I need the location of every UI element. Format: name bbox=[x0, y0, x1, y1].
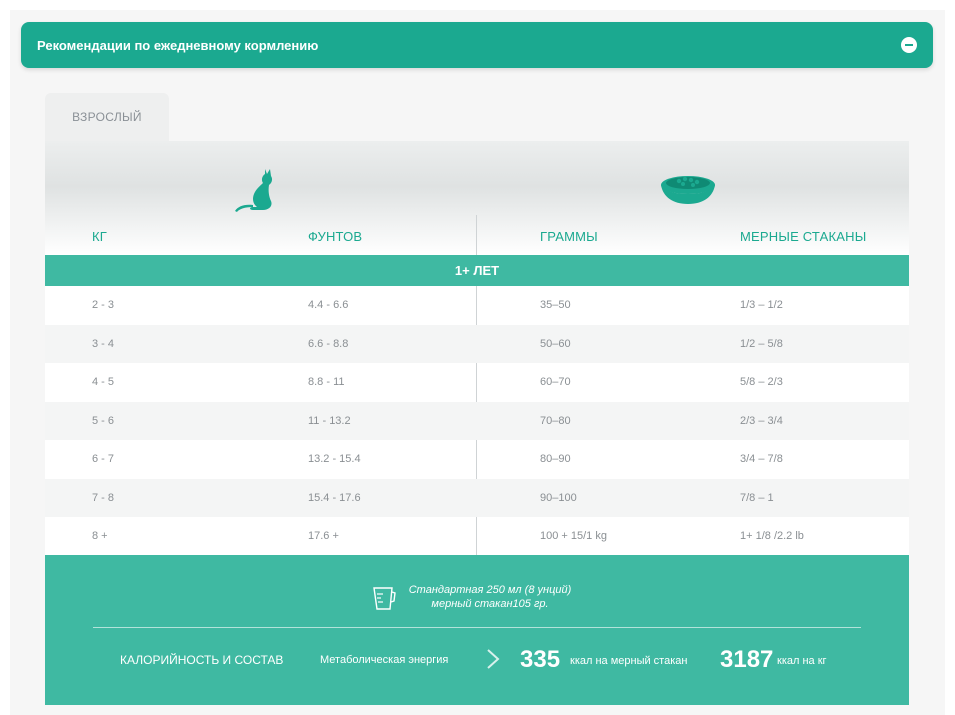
cell-cups: 5/8 – 2/3 bbox=[740, 376, 783, 389]
cell-pounds: 6.6 - 8.8 bbox=[308, 337, 349, 350]
table-body: 2 - 3 4.4 - 6.6 35–50 1/3 – 1/2 3 - 4 6.… bbox=[45, 286, 909, 556]
footer-divider bbox=[93, 627, 861, 628]
cell-grams: 80–90 bbox=[540, 453, 571, 466]
calorie-footer: Стандартная 250 мл (8 унций) мерный стак… bbox=[45, 555, 909, 705]
cell-pounds: 8.8 - 11 bbox=[308, 376, 345, 389]
table-row: 7 - 8 15.4 - 17.6 90–100 7/8 – 1 bbox=[45, 478, 909, 517]
measuring-cup-icon bbox=[373, 587, 396, 610]
column-header-cups: МЕРНЫЕ СТАКАНЫ bbox=[740, 229, 867, 244]
cell-grams: 70–80 bbox=[540, 414, 571, 427]
chevron-right-icon bbox=[487, 649, 500, 669]
cell-cups: 7/8 – 1 bbox=[740, 491, 774, 504]
column-header-kg: КГ bbox=[92, 229, 108, 244]
table-row: 5 - 6 11 - 13.2 70–80 2/3 – 3/4 bbox=[45, 401, 909, 440]
cell-cups: 1+ 1/8 /2.2 lb bbox=[740, 530, 804, 543]
cell-kg: 6 - 7 bbox=[92, 453, 115, 466]
cell-pounds: 11 - 13.2 bbox=[308, 414, 351, 427]
tab-adult[interactable]: ВЗРОСЛЫЙ bbox=[45, 93, 169, 141]
cell-grams: 50–60 bbox=[540, 337, 571, 350]
cell-cups: 3/4 – 7/8 bbox=[740, 453, 783, 466]
table-row: 2 - 3 4.4 - 6.6 35–50 1/3 – 1/2 bbox=[45, 286, 909, 325]
feeding-recommendations-header[interactable]: Рекомендации по ежедневному кормлению bbox=[21, 22, 933, 68]
cell-grams: 90–100 bbox=[540, 491, 577, 504]
cell-grams: 35–50 bbox=[540, 299, 571, 312]
cell-pounds: 4.4 - 6.6 bbox=[308, 299, 349, 312]
column-header-grams: ГРАММЫ bbox=[540, 229, 598, 244]
kcal-per-cup-unit: ккал на мерный стакан bbox=[570, 655, 688, 667]
minus-icon[interactable] bbox=[901, 37, 917, 53]
table-row: 6 - 7 13.2 - 15.4 80–90 3/4 – 7/8 bbox=[45, 440, 909, 479]
calories-composition-label: КАЛОРИЙНОСТЬ И СОСТАВ bbox=[120, 653, 284, 667]
cell-kg: 3 - 4 bbox=[92, 337, 115, 350]
feeding-table: КГ ФУНТОВ ГРАММЫ МЕРНЫЕ СТАКАНЫ 1+ ЛЕТ 2… bbox=[45, 141, 909, 705]
cell-kg: 2 - 3 bbox=[92, 299, 115, 312]
cell-cups: 1/2 – 5/8 bbox=[740, 337, 783, 350]
cell-grams: 60–70 bbox=[540, 376, 571, 389]
age-group-row: 1+ ЛЕТ bbox=[45, 255, 909, 286]
cup-note-line-1: Стандартная 250 мл (8 унций) bbox=[408, 584, 572, 596]
cell-kg: 7 - 8 bbox=[92, 491, 115, 504]
cell-kg: 4 - 5 bbox=[92, 376, 115, 389]
measuring-cup-note: Стандартная 250 мл (8 унций) мерный стак… bbox=[405, 583, 575, 611]
cell-cups: 2/3 – 3/4 bbox=[740, 414, 783, 427]
kcal-per-kg-value: 3187 bbox=[720, 646, 774, 673]
cell-pounds: 17.6 + bbox=[308, 530, 339, 543]
bowl-icon bbox=[661, 176, 715, 204]
metabolic-energy-label: Метаболическая энергия bbox=[320, 654, 449, 666]
cell-grams: 100 + 15/1 kg bbox=[540, 530, 607, 543]
cell-pounds: 13.2 - 15.4 bbox=[308, 453, 361, 466]
cell-kg: 8 + bbox=[92, 530, 108, 543]
table-row: 4 - 5 8.8 - 11 60–70 5/8 – 2/3 bbox=[45, 363, 909, 402]
table-row: 8 + 17.6 + 100 + 15/1 kg 1+ 1/8 /2.2 lb bbox=[45, 517, 909, 556]
cell-cups: 1/3 – 1/2 bbox=[740, 299, 783, 312]
cup-note-line-2: мерный стакан105 гр. bbox=[431, 598, 549, 610]
table-row: 3 - 4 6.6 - 8.8 50–60 1/2 – 5/8 bbox=[45, 324, 909, 363]
kcal-per-kg-unit: ккал на кг bbox=[777, 655, 827, 667]
kcal-per-cup-value: 335 bbox=[520, 646, 561, 673]
cat-icon bbox=[235, 169, 273, 212]
header-title: Рекомендации по ежедневному кормлению bbox=[37, 37, 319, 53]
cell-kg: 5 - 6 bbox=[92, 414, 115, 427]
column-header-pounds: ФУНТОВ bbox=[308, 229, 363, 244]
cell-pounds: 15.4 - 17.6 bbox=[308, 491, 361, 504]
